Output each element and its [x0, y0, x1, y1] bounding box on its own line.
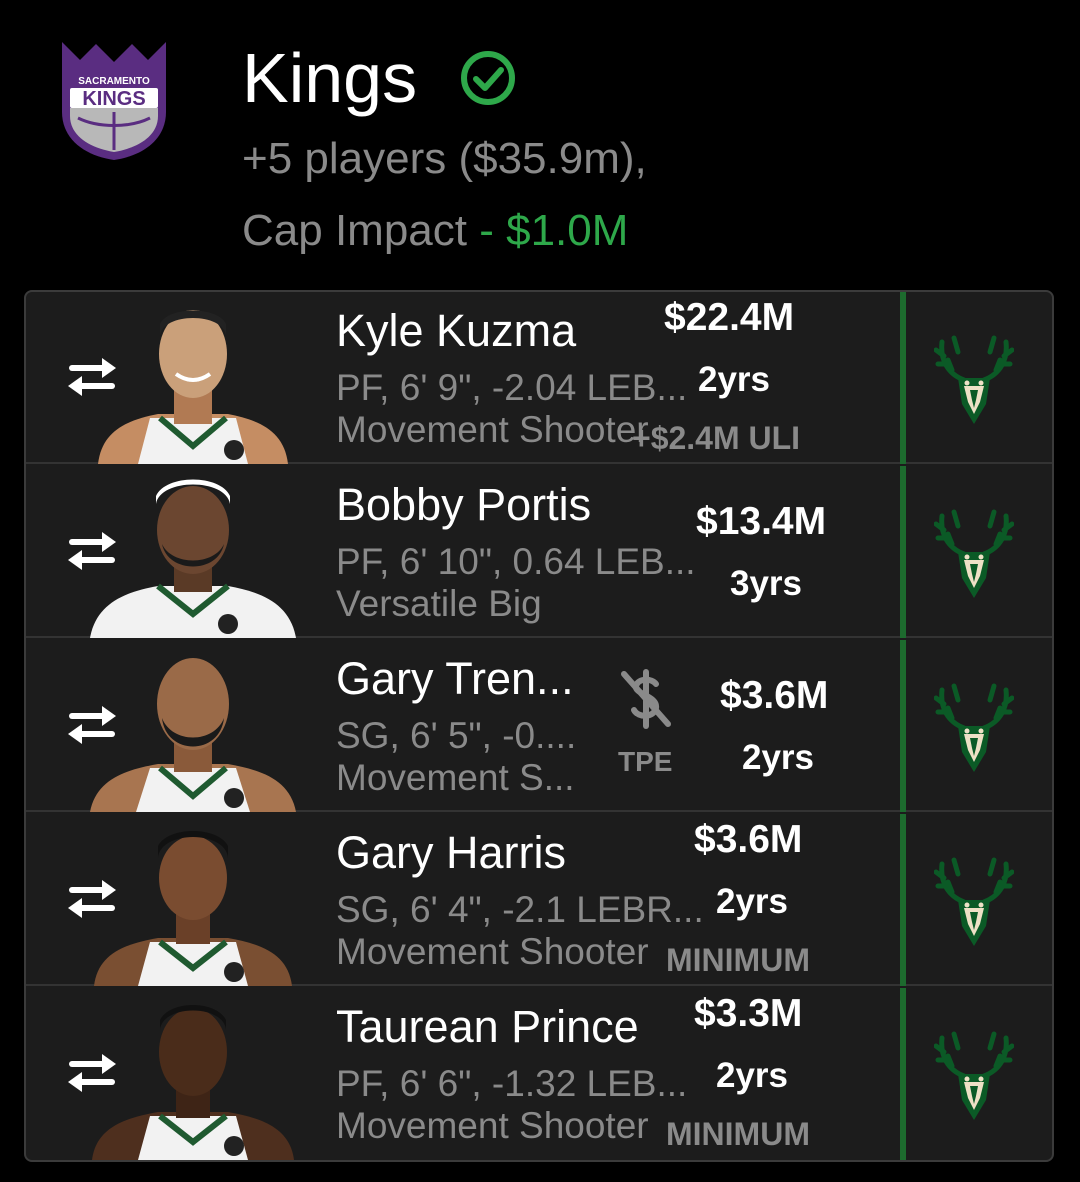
player-years: 2yrs [716, 882, 789, 921]
player-info: PF, 6' 10", 0.64 LEB... [336, 541, 696, 582]
players-summary: +5 players ($35.9m), [242, 134, 647, 183]
check-circle-icon [461, 51, 515, 105]
player-info: SG, 6' 5", -0.... [336, 715, 577, 756]
cap-impact-label: Cap Impact [242, 206, 467, 255]
player-info: PF, 6' 6", -1.32 LEB... [336, 1063, 688, 1104]
svg-text:SACRAMENTO: SACRAMENTO [78, 76, 150, 87]
bucks-logo-icon [934, 678, 1014, 776]
player-archetype: Movement Shooter [336, 931, 649, 972]
player-name: Kyle Kuzma [336, 305, 577, 356]
player-info: PF, 6' 9", -2.04 LEB... [336, 367, 688, 408]
no-dollar-icon[interactable] [618, 668, 674, 730]
player-contract-tag: +$2.4M ULI [632, 420, 801, 456]
player-archetype: Movement Shooter [336, 409, 649, 450]
team-color-divider [900, 466, 906, 638]
bucks-logo-icon [934, 852, 1014, 950]
player-years: 2yrs [716, 1056, 789, 1095]
team-color-divider [900, 988, 906, 1160]
player-row-harris[interactable]: Gary Harris SG, 6' 4", -2.1 LEBR... Move… [26, 814, 1052, 986]
cap-impact-sep: - [466, 206, 507, 255]
player-archetype: Versatile Big [336, 583, 542, 624]
player-salary: $13.4M [696, 500, 827, 543]
svg-text:KINGS: KINGS [82, 88, 145, 110]
player-photo [90, 479, 296, 638]
player-contract-tag: MINIMUM [666, 942, 810, 978]
bucks-logo-icon [934, 330, 1014, 428]
player-name: Taurean Prince [336, 1001, 639, 1052]
player-years: 2yrs [698, 360, 771, 399]
player-info: SG, 6' 4", -2.1 LEBR... [336, 889, 704, 930]
cap-impact-value: $1.0M [506, 206, 629, 255]
player-salary: $3.6M [720, 674, 829, 717]
player-salary: $3.6M [694, 818, 803, 861]
bucks-logo-icon [934, 1026, 1014, 1124]
player-row-prince[interactable]: Taurean Prince PF, 6' 6", -1.32 LEB... M… [26, 988, 1052, 1160]
player-salary: $22.4M [664, 296, 795, 339]
kings-logo-icon: SACRAMENTO KINGS [62, 42, 166, 160]
player-photo [98, 310, 288, 464]
player-row-portis[interactable]: Bobby Portis PF, 6' 10", 0.64 LEB... Ver… [26, 466, 1052, 638]
player-years: 3yrs [730, 564, 803, 603]
team-name: Kings [242, 39, 418, 117]
player-photo [92, 1005, 294, 1160]
team-color-divider [900, 640, 906, 812]
cap-impact: Cap Impact - $1.0M [242, 204, 628, 258]
bucks-logo-icon [934, 504, 1014, 602]
player-name: Gary Tren... [336, 653, 574, 704]
player-photo [90, 658, 296, 812]
tpe-label: TPE [618, 746, 673, 777]
player-row-trent[interactable]: Gary Tren... SG, 6' 5", -0.... Movement … [26, 640, 1052, 812]
team-header: SACRAMENTO KINGS Kings +5 players ($35.9… [0, 0, 1080, 290]
player-archetype: Movement S... [336, 757, 575, 798]
player-list: Kyle Kuzma PF, 6' 9", -2.04 LEB... Movem… [24, 290, 1054, 1162]
player-row-kuzma[interactable]: Kyle Kuzma PF, 6' 9", -2.04 LEB... Movem… [26, 292, 1052, 464]
team-color-divider [900, 814, 906, 986]
player-archetype: Movement Shooter [336, 1105, 649, 1146]
player-name: Bobby Portis [336, 479, 592, 530]
player-years: 2yrs [742, 738, 815, 777]
player-contract-tag: MINIMUM [666, 1116, 810, 1152]
team-color-divider [900, 292, 906, 464]
player-name: Gary Harris [336, 827, 567, 878]
player-salary: $3.3M [694, 992, 803, 1035]
player-photo [94, 831, 292, 986]
